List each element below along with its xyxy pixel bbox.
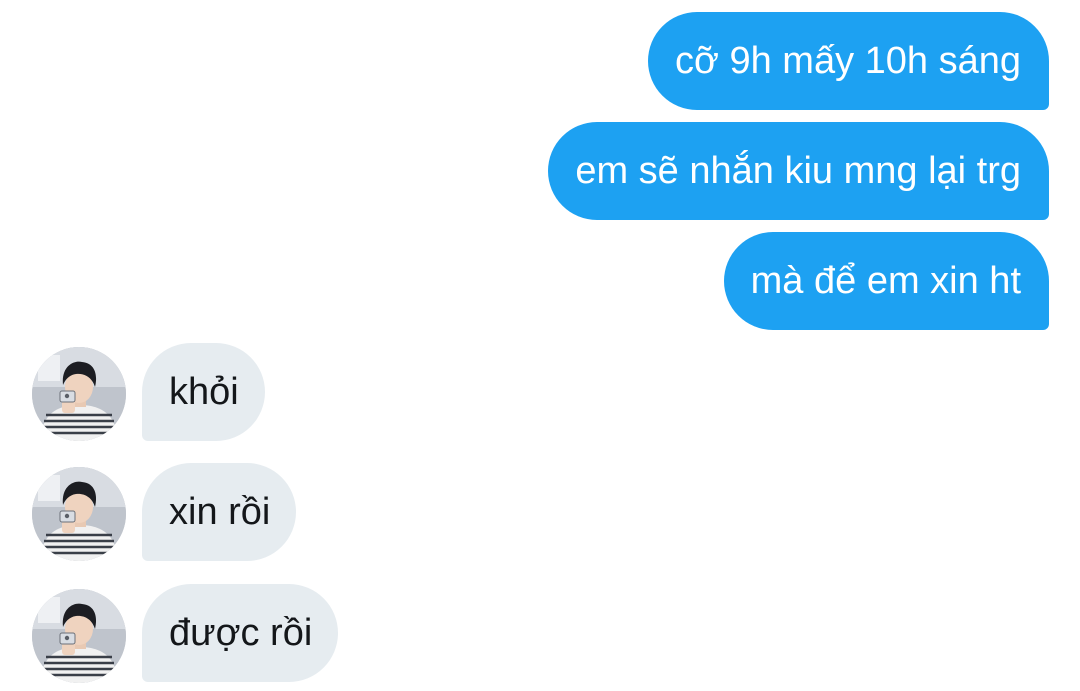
received-message[interactable]: xin rồi <box>142 463 297 561</box>
message-text: mà để em xin ht <box>750 260 1021 302</box>
message-text: xin rồi <box>169 491 271 533</box>
avatar[interactable] <box>32 347 126 441</box>
profile-photo-icon <box>32 347 126 441</box>
avatar[interactable] <box>32 467 126 561</box>
avatar[interactable] <box>32 589 126 683</box>
sent-message[interactable]: mà để em xin ht <box>723 232 1049 330</box>
chat-thread: cỡ 9h mấy 10h sáng em sẽ nhắn kiu mng lạ… <box>0 0 1080 691</box>
message-text: cỡ 9h mấy 10h sáng <box>674 40 1021 82</box>
profile-photo-icon <box>32 589 126 683</box>
received-message[interactable]: khỏi <box>142 343 265 441</box>
profile-photo-icon <box>32 467 126 561</box>
received-message[interactable]: được rồi <box>142 584 339 682</box>
sent-message[interactable]: cỡ 9h mấy 10h sáng <box>647 12 1049 110</box>
message-text: em sẽ nhắn kiu mng lại trg <box>575 150 1021 192</box>
message-text: được rồi <box>169 612 313 654</box>
sent-message[interactable]: em sẽ nhắn kiu mng lại trg <box>548 122 1049 220</box>
message-text: khỏi <box>169 371 239 413</box>
